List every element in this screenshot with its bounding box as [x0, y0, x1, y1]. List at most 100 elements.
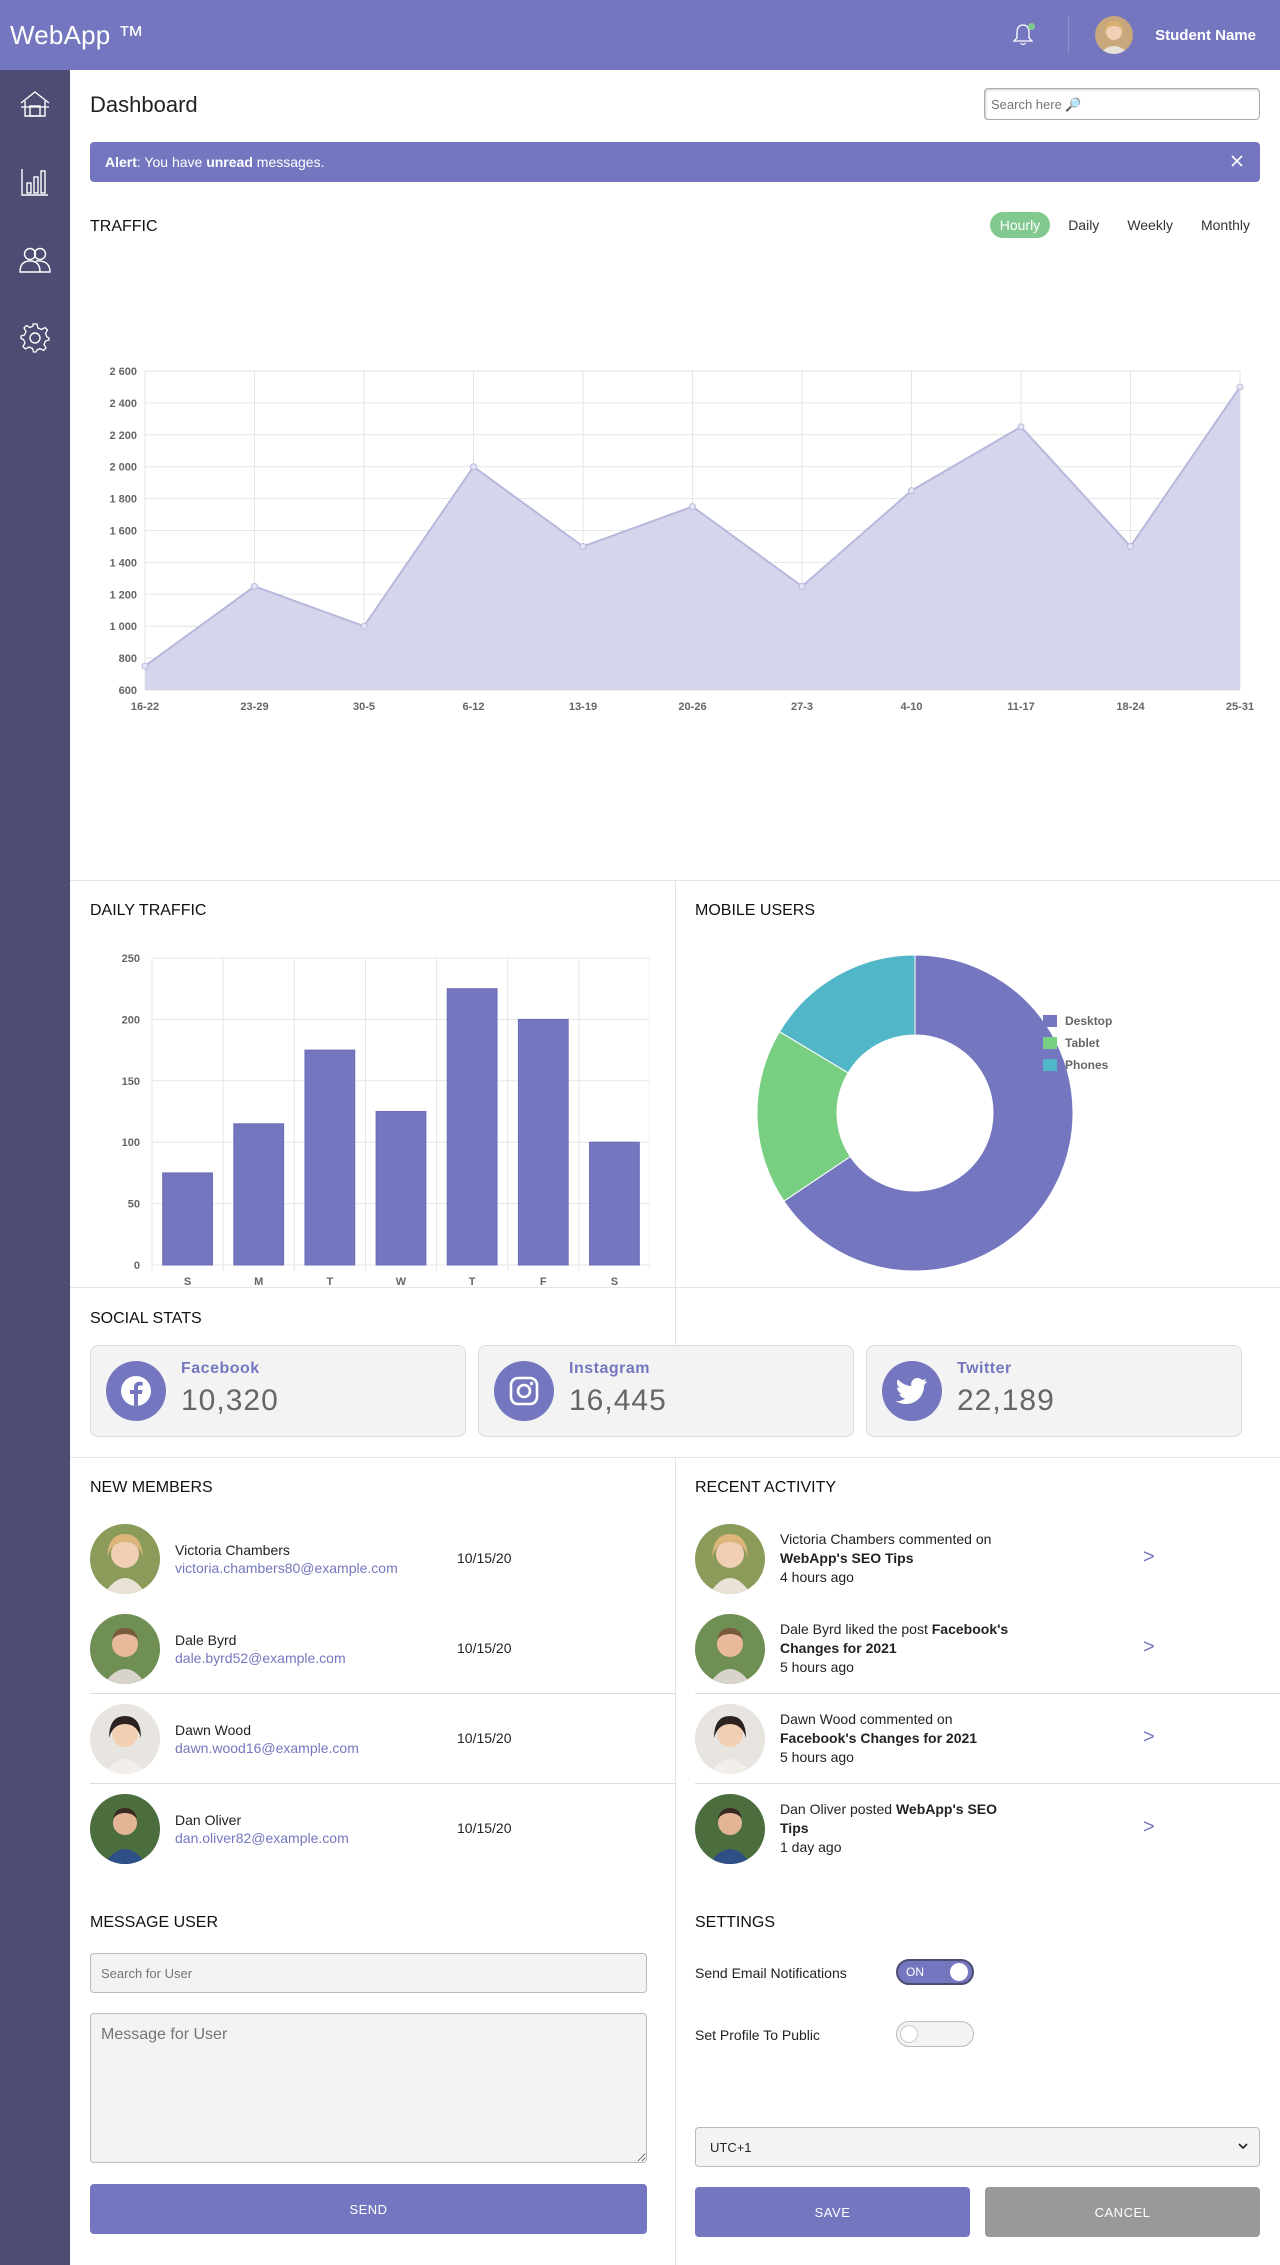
home-icon[interactable] — [17, 86, 53, 122]
x-tick-label: 16-22 — [131, 701, 159, 713]
data-point — [1017, 423, 1025, 431]
social-name: Facebook — [181, 1360, 260, 1377]
activity-text: Dawn Wood commented on — [780, 1711, 953, 1727]
profile-public-toggle[interactable] — [896, 2021, 974, 2047]
member-email[interactable]: dawn.wood16@example.com — [175, 1740, 359, 1756]
x-tick-label: 25-31 — [1226, 701, 1254, 713]
timezone-select[interactable]: UTC+1 — [695, 2127, 1260, 2167]
activity-text: Victoria Chambers commented on — [780, 1531, 992, 1547]
search-input[interactable] — [984, 88, 1260, 120]
app-logo[interactable]: WebApp ™ — [0, 20, 144, 51]
traffic-title: TRAFFIC — [90, 218, 158, 235]
bar — [233, 1123, 285, 1266]
social-card-facebook[interactable]: Facebook 10,320 — [90, 1345, 466, 1437]
y-tick-label: 50 — [128, 1199, 140, 1211]
member-email[interactable]: dale.byrd52@example.com — [175, 1650, 346, 1666]
social-card-instagram[interactable]: Instagram 16,445 — [478, 1345, 854, 1437]
close-icon[interactable] — [1228, 152, 1246, 170]
activity-item[interactable]: Dan Oliver posted WebApp's SEO Tips 1 day… — [695, 1784, 1260, 1874]
mobile-users-title: MOBILE USERS — [695, 902, 816, 919]
tab-hourly[interactable]: Hourly — [989, 212, 1051, 238]
email-notifications-toggle[interactable]: ON — [896, 1959, 974, 1985]
member-email[interactable]: victoria.chambers80@example.com — [175, 1560, 398, 1576]
y-tick-label: 2 400 — [109, 398, 137, 410]
profile-public-label: Set Profile To Public — [695, 2027, 821, 2043]
member-name: Dawn Wood — [175, 1722, 252, 1738]
list-item[interactable]: Victoria Chambers victoria.chambers80@ex… — [90, 1514, 655, 1604]
x-tick-label: 18-24 — [1116, 701, 1145, 713]
user-name[interactable]: Student Name — [1155, 27, 1256, 44]
users-icon[interactable] — [17, 242, 53, 278]
timezone-value: UTC+1 — [710, 2139, 752, 2155]
user-avatar[interactable] — [1095, 16, 1134, 54]
traffic-chart: 600 800 1 000 1 200 1 400 1 600 1 800 2 000 2 20… — [109, 366, 1254, 713]
avatar — [90, 1704, 160, 1774]
chevron-right-icon[interactable]: > — [1143, 1816, 1155, 1839]
list-item[interactable]: Dan Oliver dan.oliver82@example.com 10/1… — [90, 1784, 655, 1874]
cancel-button[interactable]: CANCEL — [985, 2187, 1260, 2237]
chevron-right-icon[interactable]: > — [1143, 1726, 1155, 1749]
y-tick-label: 100 — [122, 1137, 140, 1149]
avatar — [695, 1704, 765, 1774]
x-tick-label: 23-29 — [240, 701, 268, 713]
member-email[interactable]: dan.oliver82@example.com — [175, 1830, 349, 1846]
chart-icon[interactable] — [17, 164, 53, 200]
traffic-tabs: Hourly Daily Weekly Monthly — [982, 212, 1260, 238]
recent-activity-title: RECENT ACTIVITY — [695, 1479, 837, 1496]
data-point — [798, 582, 806, 590]
data-point — [141, 662, 149, 670]
legend-label: Desktop — [1065, 1014, 1113, 1028]
data-point — [1127, 542, 1134, 550]
settings-icon[interactable] — [17, 320, 53, 356]
notification-bell-icon[interactable] — [1008, 20, 1038, 50]
data-point — [579, 542, 587, 550]
social-name: Twitter — [957, 1360, 1012, 1377]
alert-label: Alert — [105, 154, 137, 170]
list-item[interactable]: Dawn Wood dawn.wood16@example.com 10/15/… — [90, 1694, 675, 1784]
toggle-knob — [900, 2025, 918, 2043]
send-button[interactable]: SEND — [90, 2184, 647, 2234]
legend-item-phones: Phones — [1043, 1054, 1112, 1076]
social-card-twitter[interactable]: Twitter 22,189 — [866, 1345, 1242, 1437]
x-tick-label: 30-5 — [353, 701, 375, 713]
avatar — [695, 1614, 765, 1684]
daily-traffic-chart: 0 50 100 150 200 250 S M T W T F S — [122, 953, 650, 1285]
alert-text-after: messages. — [252, 154, 325, 170]
x-tick-label: T — [326, 1276, 333, 1285]
legend-item-desktop: Desktop — [1043, 1010, 1112, 1032]
bar — [517, 1018, 569, 1266]
social-name: Instagram — [569, 1360, 650, 1377]
activity-item[interactable]: Dawn Wood commented on Facebook's Change… — [695, 1694, 1280, 1784]
tab-daily[interactable]: Daily — [1058, 212, 1109, 238]
y-tick-label: 1 200 — [109, 589, 137, 601]
avatar — [90, 1524, 160, 1594]
x-tick-label: 20-26 — [678, 701, 706, 713]
x-tick-label: W — [396, 1276, 407, 1285]
tab-monthly[interactable]: Monthly — [1191, 212, 1260, 238]
activity-post-link[interactable]: Facebook's Changes for 2021 — [780, 1730, 977, 1746]
tab-weekly[interactable]: Weekly — [1117, 212, 1183, 238]
x-tick-label: 13-19 — [569, 701, 597, 713]
search-user-input[interactable] — [90, 1953, 647, 1993]
activity-time: 4 hours ago — [780, 1569, 854, 1585]
x-tick-label: T — [469, 1276, 476, 1285]
activity-post-link[interactable]: WebApp's SEO Tips — [780, 1550, 914, 1566]
chevron-right-icon[interactable]: > — [1143, 1636, 1155, 1659]
toggle-state: ON — [906, 1965, 924, 1979]
message-textarea[interactable] — [90, 2013, 647, 2163]
activity-item[interactable]: Victoria Chambers commented on WebApp's … — [695, 1514, 1260, 1604]
activity-text: Dan Oliver posted — [780, 1801, 896, 1817]
activity-text: Dale Byrd liked the post — [780, 1621, 932, 1637]
new-members-title: NEW MEMBERS — [90, 1479, 213, 1496]
list-item[interactable]: Dale Byrd dale.byrd52@example.com 10/15/… — [90, 1604, 675, 1694]
save-button[interactable]: SAVE — [695, 2187, 970, 2237]
avatar — [695, 1524, 765, 1594]
x-tick-label: F — [540, 1276, 547, 1285]
bar — [304, 1049, 356, 1266]
y-tick-label: 200 — [122, 1014, 140, 1026]
x-tick-label: S — [184, 1276, 191, 1285]
social-count: 22,189 — [957, 1384, 1055, 1417]
activity-item[interactable]: Dale Byrd liked the post Facebook's Chan… — [695, 1604, 1280, 1694]
chevron-right-icon[interactable]: > — [1143, 1546, 1155, 1569]
data-point — [689, 503, 696, 511]
